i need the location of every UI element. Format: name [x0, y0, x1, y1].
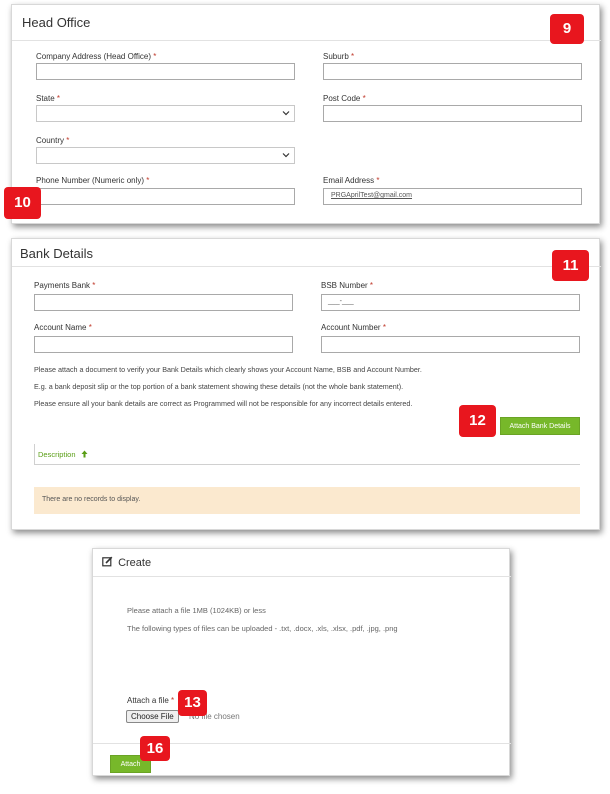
country-label: Country * — [36, 136, 70, 145]
attach-bank-details-button[interactable]: Attach Bank Details — [500, 417, 580, 435]
bsb-input[interactable]: ___-___ — [321, 294, 580, 311]
bsb-placeholder: ___-___ — [328, 298, 354, 305]
choose-file-button[interactable]: Choose File — [126, 710, 179, 723]
email-label: Email Address * — [323, 176, 380, 185]
bank-details-title: Bank Details — [20, 246, 93, 261]
step-badge-12: 12 — [459, 405, 496, 437]
description-column-header[interactable]: Description — [38, 450, 88, 460]
chevron-down-icon — [282, 151, 290, 159]
bank-note-2: E.g. a bank deposit slip or the top port… — [34, 382, 404, 391]
post-code-label: Post Code * — [323, 94, 366, 103]
step-badge-10: 10 — [4, 187, 41, 219]
account-name-input[interactable] — [34, 336, 293, 353]
bank-details-divider — [12, 266, 601, 267]
phone-input[interactable] — [36, 188, 295, 205]
account-number-input[interactable] — [321, 336, 580, 353]
step-badge-16: 16 — [140, 736, 170, 761]
email-input[interactable]: PRGAprilTest@gmail.com — [323, 188, 582, 205]
suburb-label: Suburb * — [323, 52, 355, 61]
sort-up-arrow-icon — [81, 450, 88, 460]
email-value: PRGAprilTest@gmail.com — [331, 192, 413, 199]
create-dialog-divider — [93, 576, 511, 577]
empty-records-message: There are no records to display. — [34, 487, 580, 514]
create-dialog-title: Create — [102, 556, 151, 570]
attach-file-label: Attach a file * — [127, 696, 175, 705]
company-address-input[interactable] — [36, 63, 295, 80]
file-types-note: The following types of files can be uplo… — [127, 624, 398, 633]
company-address-label: Company Address (Head Office) * — [36, 52, 157, 61]
bank-details-panel: Bank Details Payments Bank * BSB Number … — [11, 238, 601, 530]
step-badge-13: 13 — [178, 690, 207, 716]
description-underline — [34, 464, 580, 465]
head-office-panel: Head Office Company Address (Head Office… — [11, 4, 601, 224]
edit-icon — [102, 556, 113, 570]
payments-bank-input[interactable] — [34, 294, 293, 311]
state-select[interactable] — [36, 105, 295, 122]
step-badge-11: 11 — [552, 250, 589, 281]
country-select[interactable] — [36, 147, 295, 164]
step-badge-9: 9 — [550, 14, 584, 44]
head-office-title: Head Office — [22, 15, 91, 30]
bank-note-3: Please ensure all your bank details are … — [34, 399, 413, 408]
suburb-input[interactable] — [323, 63, 582, 80]
phone-label: Phone Number (Numeric only) * — [36, 176, 150, 185]
account-number-label: Account Number * — [321, 323, 386, 332]
post-code-input[interactable] — [323, 105, 582, 122]
file-size-note: Please attach a file 1MB (1024KB) or les… — [127, 606, 266, 615]
account-name-label: Account Name * — [34, 323, 92, 332]
payments-bank-label: Payments Bank * — [34, 281, 96, 290]
bsb-label: BSB Number * — [321, 281, 374, 290]
description-left-border — [34, 444, 35, 464]
head-office-divider — [12, 40, 601, 41]
state-label: State * — [36, 94, 61, 103]
chevron-down-icon — [282, 109, 290, 117]
bank-note-1: Please attach a document to verify your … — [34, 365, 422, 374]
